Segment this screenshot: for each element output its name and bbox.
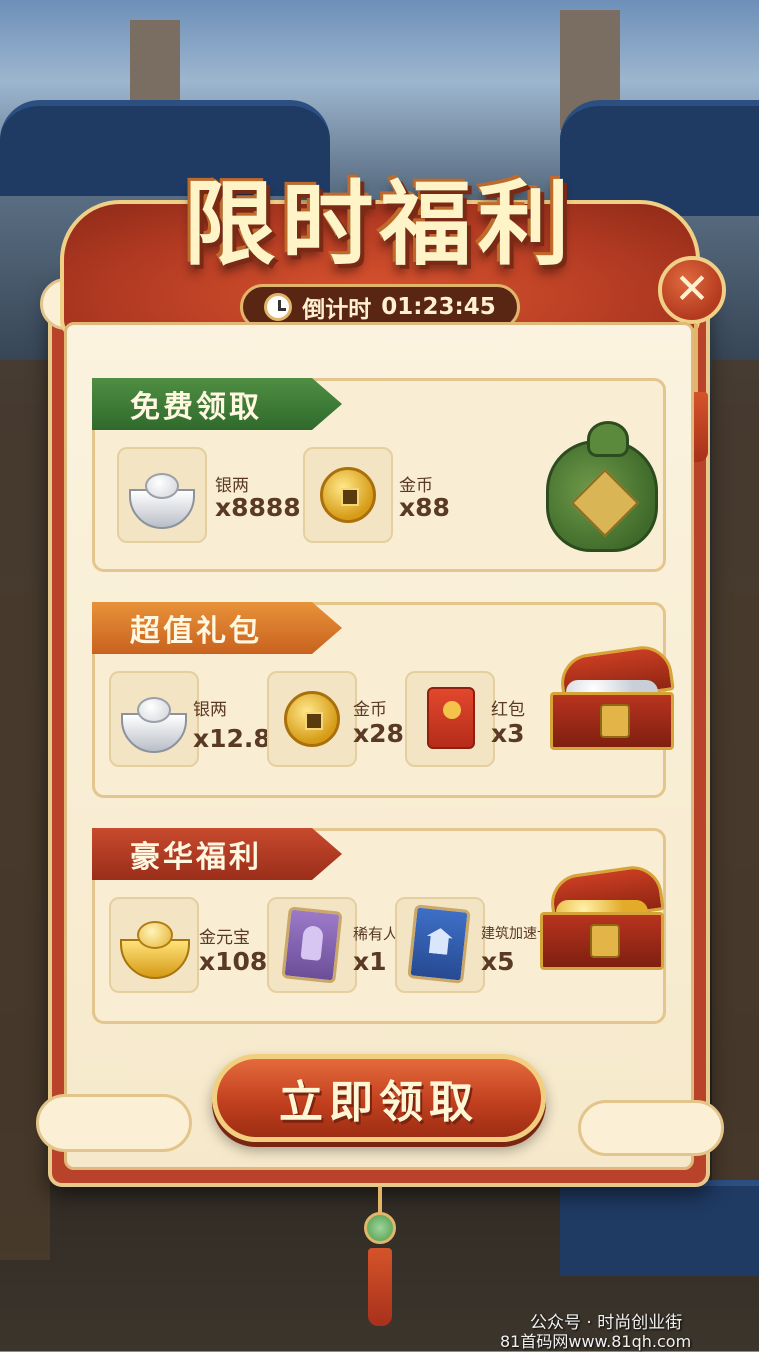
item-slot-gold-ingot[interactable] bbox=[109, 897, 199, 993]
rare-character-card-icon bbox=[281, 906, 343, 984]
item-quantity: x8888 bbox=[215, 493, 301, 522]
gold-chest-icon bbox=[540, 862, 665, 970]
item-slot-silver[interactable] bbox=[117, 447, 207, 543]
section-header-value: 超值礼包 bbox=[92, 602, 342, 654]
jade-pendant-icon bbox=[364, 1212, 396, 1244]
cloud-decoration bbox=[36, 1094, 192, 1152]
money-bag-icon bbox=[546, 421, 658, 552]
item-slot-redpack[interactable] bbox=[405, 671, 495, 767]
item-quantity: x5 bbox=[481, 947, 515, 976]
close-button[interactable]: ✕ bbox=[658, 256, 726, 324]
tassel-cord bbox=[694, 324, 698, 394]
section-header-free: 免费领取 bbox=[92, 378, 342, 430]
silver-chest-icon bbox=[550, 642, 675, 750]
item-quantity: x1 bbox=[353, 947, 387, 976]
claim-now-button[interactable]: 立即领取 bbox=[212, 1054, 546, 1142]
item-quantity: x88 bbox=[399, 493, 450, 522]
clock-icon bbox=[264, 293, 293, 321]
section-header-deluxe: 豪华福利 bbox=[92, 828, 342, 880]
gold-ingot-top bbox=[137, 921, 173, 949]
item-name: 红包 bbox=[491, 700, 525, 720]
temple-roof bbox=[560, 1180, 759, 1276]
item-name: 稀有人 bbox=[353, 925, 399, 943]
chest-lock bbox=[590, 924, 620, 958]
tassel-icon bbox=[368, 1248, 392, 1326]
silver-ingot-top bbox=[145, 473, 179, 499]
chest-lock bbox=[600, 704, 630, 738]
silver-ingot-top bbox=[137, 697, 171, 723]
item-slot-coin[interactable] bbox=[267, 671, 357, 767]
item-slot-coin[interactable] bbox=[303, 447, 393, 543]
cloud-decoration bbox=[578, 1100, 724, 1156]
item-slot-rare-card[interactable] bbox=[267, 897, 357, 993]
close-icon: ✕ bbox=[674, 264, 710, 313]
item-slot-silver[interactable] bbox=[109, 671, 199, 767]
gold-coin-icon bbox=[320, 467, 376, 523]
page-title: 限时福利 bbox=[183, 171, 576, 278]
red-envelope-icon bbox=[427, 687, 475, 749]
countdown-label: 倒计时 bbox=[302, 297, 372, 323]
item-name: 银两 bbox=[193, 700, 227, 720]
watermark-site: 81首码网www.81qh.com bbox=[500, 1332, 692, 1351]
item-name: 金元宝 bbox=[199, 928, 250, 948]
gold-coin-icon bbox=[284, 691, 340, 747]
countdown-value: 01:23:45 bbox=[381, 294, 496, 320]
item-name: 金币 bbox=[353, 700, 387, 720]
item-slot-speedup-card[interactable] bbox=[395, 897, 485, 993]
building-speedup-card-icon bbox=[407, 904, 471, 984]
item-quantity: x3 bbox=[491, 719, 525, 748]
